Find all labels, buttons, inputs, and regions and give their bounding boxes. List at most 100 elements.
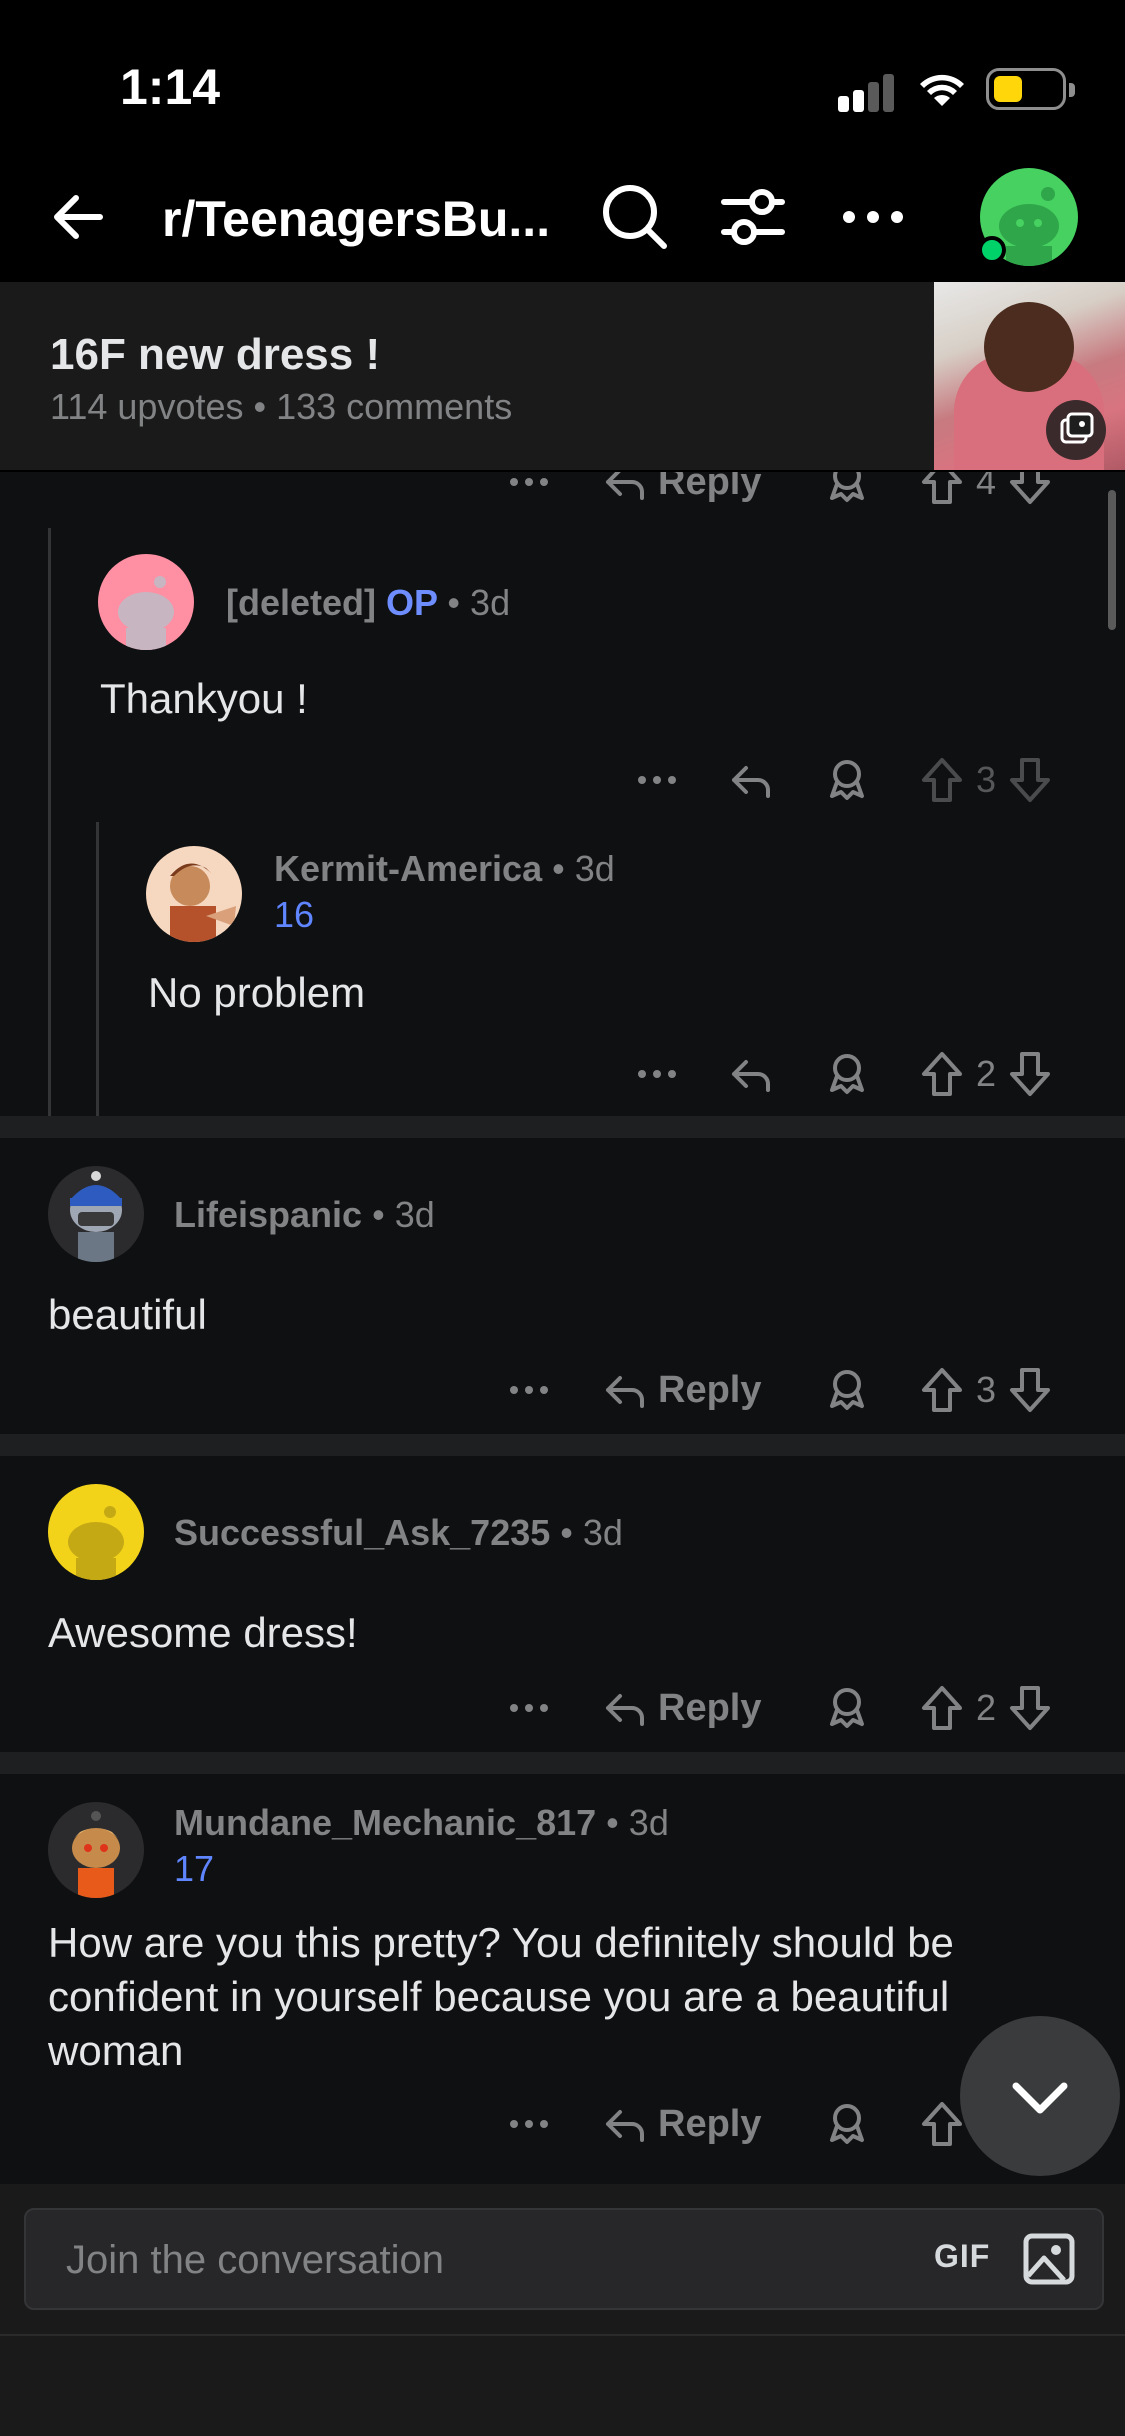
- wifi-icon: [920, 74, 964, 106]
- comment-divider: [0, 1434, 1125, 1456]
- reply-label: Reply: [658, 1368, 762, 1411]
- commenter-avatar[interactable]: [48, 1166, 144, 1262]
- commenter-avatar[interactable]: [48, 1484, 144, 1580]
- comments-list[interactable]: Reply 4 [deleted] OP • 3d Thankyou ! 3 K…: [0, 472, 1125, 2184]
- commenter-avatar[interactable]: [98, 554, 194, 650]
- comment-time: 3d: [470, 582, 511, 623]
- vote-control: 2: [918, 1044, 1054, 1104]
- comment-count: 133 comments: [276, 386, 513, 427]
- reply-button[interactable]: Reply: [600, 2094, 761, 2154]
- upvote-count: 114 upvotes: [50, 386, 244, 427]
- reply-icon[interactable]: [726, 750, 776, 810]
- meta-separator: •: [243, 386, 277, 427]
- vote-count: 3: [976, 1369, 997, 1410]
- more-options-icon[interactable]: [504, 2094, 554, 2154]
- more-options-icon[interactable]: [504, 1678, 554, 1738]
- award-icon[interactable]: [822, 750, 872, 810]
- award-icon[interactable]: [822, 472, 872, 512]
- image-upload-icon[interactable]: [1020, 2230, 1078, 2288]
- award-icon[interactable]: [822, 1044, 872, 1104]
- status-time: 1:14: [120, 59, 221, 115]
- vote-count: 2: [976, 1053, 997, 1094]
- user-flair: 17: [174, 1848, 215, 1889]
- comment-time: 3d: [394, 1194, 435, 1235]
- chevron-down-icon: [1012, 2082, 1068, 2114]
- comment-username[interactable]: [deleted]: [226, 582, 376, 623]
- reply-icon[interactable]: [726, 1044, 776, 1104]
- reply-icon: [606, 1694, 644, 1726]
- online-status-dot: [978, 236, 1006, 264]
- more-options-icon[interactable]: [504, 1360, 554, 1420]
- reply-button[interactable]: Reply: [600, 1360, 761, 1420]
- downvote-icon[interactable]: [1006, 1360, 1054, 1420]
- downvote-icon[interactable]: [1006, 1044, 1054, 1104]
- comment-input-placeholder: Join the conversation: [66, 2238, 445, 2282]
- reply-icon: [606, 2110, 644, 2142]
- upvote-icon[interactable]: [918, 750, 966, 810]
- dot-separator: •: [552, 848, 565, 889]
- gif-button[interactable]: GIF: [934, 2238, 990, 2275]
- post-title: 16F new dress !: [50, 330, 381, 379]
- battery-icon: [986, 68, 1075, 110]
- comment-actions: 2: [0, 1044, 1125, 1104]
- back-arrow-icon[interactable]: [44, 180, 118, 254]
- more-options-icon[interactable]: [632, 1044, 682, 1104]
- scrollbar[interactable]: [1108, 490, 1116, 630]
- comment-input[interactable]: Join the conversation GIF: [24, 2208, 1104, 2310]
- comment-meta: Lifeispanic • 3d: [174, 1194, 435, 1236]
- comment: Mundane_Mechanic_817 • 3d 17 How are you…: [0, 1774, 1125, 2184]
- comment-username[interactable]: Successful_Ask_7235: [174, 1512, 550, 1553]
- scroll-down-button[interactable]: [960, 2016, 1120, 2176]
- comment-username[interactable]: Lifeispanic: [174, 1194, 362, 1235]
- comment-actions: Reply 3: [0, 1360, 1125, 1420]
- upvote-icon[interactable]: [918, 1678, 966, 1738]
- vote-count: 4: [976, 472, 997, 502]
- comment: Lifeispanic • 3d beautiful Reply 3: [0, 1138, 1125, 1434]
- upvote-icon[interactable]: [918, 1360, 966, 1420]
- comment-time: 3d: [574, 848, 615, 889]
- comment-meta: Mundane_Mechanic_817 • 3d: [174, 1802, 669, 1844]
- user-flair: 16: [274, 894, 315, 935]
- more-options-icon[interactable]: [504, 472, 554, 512]
- comment-username[interactable]: Mundane_Mechanic_817: [174, 1802, 596, 1843]
- award-icon[interactable]: [822, 2094, 872, 2154]
- comment-meta: [deleted] OP • 3d: [226, 582, 510, 624]
- filter-sliders-icon[interactable]: [716, 180, 790, 254]
- dot-separator: •: [372, 1194, 385, 1235]
- post-header[interactable]: 16F new dress ! 114 upvotes • 133 commen…: [0, 282, 1125, 472]
- reply-label: Reply: [658, 472, 762, 503]
- search-icon[interactable]: [598, 180, 672, 254]
- downvote-icon[interactable]: [1006, 472, 1054, 512]
- comment-actions: 3: [0, 750, 1125, 810]
- more-options-icon[interactable]: [836, 180, 910, 254]
- comment-actions: Reply 4: [0, 472, 1125, 512]
- top-nav-bar: r/TeenagersBu...: [0, 150, 1125, 282]
- comment-meta: Successful_Ask_7235 • 3d: [174, 1512, 623, 1554]
- dot-separator: •: [606, 1802, 619, 1843]
- vote-count: 3: [976, 759, 997, 800]
- comment-body: Thankyou !: [100, 675, 308, 722]
- commenter-avatar[interactable]: [48, 1802, 144, 1898]
- upvote-icon[interactable]: [918, 2094, 966, 2154]
- more-options-icon[interactable]: [632, 750, 682, 810]
- award-icon[interactable]: [822, 1360, 872, 1420]
- vote-count: 2: [976, 1687, 997, 1728]
- upvote-icon[interactable]: [918, 472, 966, 512]
- comment-divider: [0, 1752, 1125, 1774]
- cellular-signal-icon: [838, 72, 898, 112]
- reply-button[interactable]: Reply: [600, 472, 761, 512]
- award-icon[interactable]: [822, 1678, 872, 1738]
- downvote-icon[interactable]: [1006, 1678, 1054, 1738]
- comment-actions: Reply 2: [0, 2094, 1125, 2154]
- subreddit-title[interactable]: r/TeenagersBu...: [162, 190, 572, 248]
- commenter-avatar[interactable]: [146, 846, 242, 942]
- upvote-icon[interactable]: [918, 1044, 966, 1104]
- comment: Successful_Ask_7235 • 3d Awesome dress! …: [0, 1456, 1125, 1752]
- comment-time: 3d: [628, 1802, 669, 1843]
- reply-icon: [606, 472, 644, 500]
- reply-button[interactable]: Reply: [600, 1678, 761, 1738]
- comment-username[interactable]: Kermit-America: [274, 848, 542, 889]
- downvote-icon[interactable]: [1006, 750, 1054, 810]
- dot-separator: •: [447, 582, 461, 623]
- post-stats: 114 upvotes • 133 comments: [50, 386, 512, 428]
